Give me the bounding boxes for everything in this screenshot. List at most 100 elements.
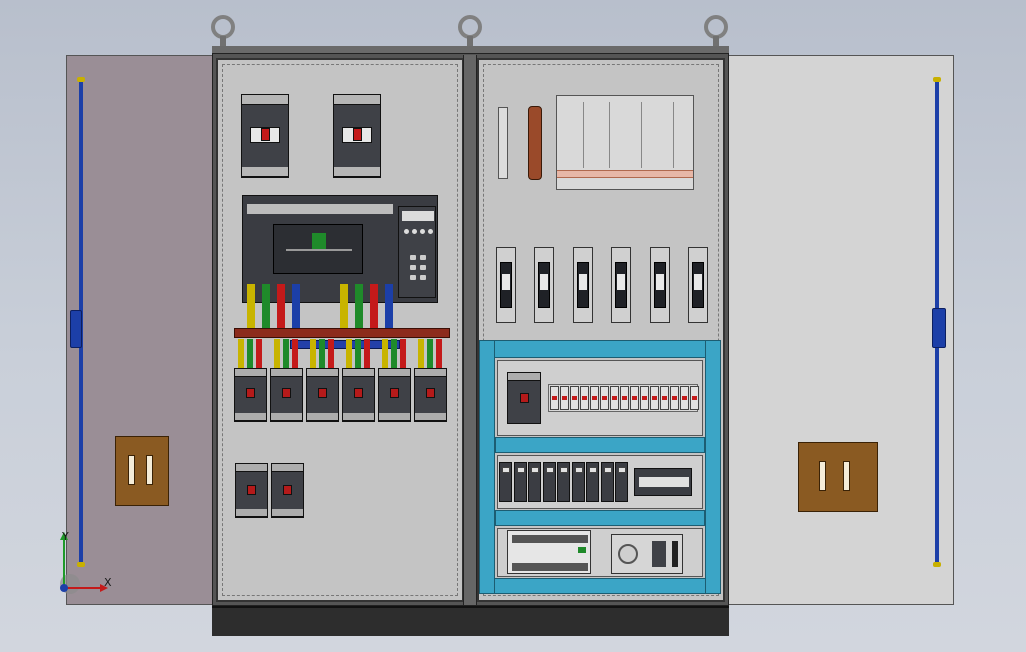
breaker-handle xyxy=(520,393,529,403)
breaker-terminals-bottom xyxy=(236,509,267,517)
psu-output xyxy=(672,541,678,567)
terminal-block xyxy=(580,386,589,410)
relay-terminal xyxy=(618,467,626,473)
breaker-terminals xyxy=(272,464,303,472)
left-door-hinge-icon xyxy=(70,310,82,348)
feeder-cable xyxy=(310,339,316,369)
terminal-block xyxy=(600,386,609,410)
feeder-cable xyxy=(319,339,325,369)
breaker-terminals xyxy=(415,369,446,377)
left-door xyxy=(66,55,214,605)
breaker-terminals-bottom xyxy=(379,413,410,421)
interface-relay xyxy=(557,462,570,502)
power-supply xyxy=(611,534,683,574)
fuse-label xyxy=(694,274,702,290)
terminal-marker xyxy=(562,396,567,400)
terminal-marker xyxy=(622,396,627,400)
breaker-terminals-bottom xyxy=(271,413,302,421)
terminal-block xyxy=(640,386,649,410)
breaker-handle xyxy=(390,388,399,398)
control-relay-block xyxy=(634,468,692,496)
feeder-breaker-5 xyxy=(378,368,411,422)
feeder-breaker-6 xyxy=(414,368,447,422)
fuse-label xyxy=(655,274,664,290)
ats-button-6 xyxy=(420,275,426,280)
capacitor-divider-2 xyxy=(609,102,610,168)
cable-l3-source-a xyxy=(277,284,285,330)
cabinet-top-strip xyxy=(212,46,729,54)
terminal-marker xyxy=(642,396,647,400)
relay-terminal xyxy=(531,467,539,473)
terminal-block xyxy=(660,386,669,410)
feeder-cable xyxy=(292,339,298,369)
right-rod-top-cap xyxy=(933,77,941,82)
left-lock-slot-2 xyxy=(146,455,153,485)
control-frame-middle-rail-1 xyxy=(495,437,705,453)
ats-lamp-3 xyxy=(420,229,425,234)
breaker-handle xyxy=(247,485,256,495)
control-frame-left-post xyxy=(479,340,495,594)
fuse-label xyxy=(540,274,549,290)
ats-button-5 xyxy=(410,275,416,280)
right-rod-bottom-cap xyxy=(933,562,941,567)
terminal-strip xyxy=(498,107,508,179)
feeder-cable xyxy=(256,339,262,369)
terminal-block xyxy=(620,386,629,410)
breaker-handle xyxy=(426,388,435,398)
right-door xyxy=(728,55,954,605)
relay-terminal xyxy=(545,467,554,473)
cable-n-source-b xyxy=(385,284,393,330)
terminal-block xyxy=(570,386,579,410)
cable-l1-source-b xyxy=(340,284,348,330)
relay-terminal xyxy=(560,467,568,473)
breaker-terminals xyxy=(242,95,288,105)
ats-button-3 xyxy=(410,265,416,270)
breaker-handle xyxy=(353,128,362,141)
fuse-holder-2 xyxy=(534,247,555,323)
terminal-marker xyxy=(682,396,687,400)
plc-io-bottom xyxy=(512,563,588,571)
ats-button-2 xyxy=(420,255,426,260)
relay-terminal xyxy=(502,467,510,473)
terminal-marker xyxy=(602,396,607,400)
cable-l1-source-a xyxy=(247,284,255,330)
control-frame-middle-rail-2 xyxy=(495,510,705,526)
terminal-block xyxy=(550,386,559,410)
breaker-handle xyxy=(246,388,255,398)
breaker-terminals xyxy=(271,369,302,377)
spare-breaker-2 xyxy=(271,463,304,518)
fuse-label xyxy=(617,274,626,290)
plc-io-top xyxy=(512,535,588,543)
plc-status-led xyxy=(578,547,586,553)
relay-terminal xyxy=(603,467,612,473)
left-lock-slot-1 xyxy=(128,455,135,485)
relay-terminal xyxy=(574,467,583,473)
ats-terminal-row xyxy=(247,204,393,214)
feeder-breaker-1 xyxy=(234,368,267,422)
fuse-label xyxy=(502,274,510,290)
terminal-marker xyxy=(572,396,577,400)
ats-lamp-2 xyxy=(412,229,417,234)
right-door-lock-icon xyxy=(798,442,878,512)
relay-block-terminals xyxy=(639,477,689,487)
breaker-terminals-bottom xyxy=(242,167,288,177)
cabinet-plinth xyxy=(212,606,729,636)
interface-relay xyxy=(600,462,614,502)
interface-relay xyxy=(571,462,585,502)
main-busbar xyxy=(234,328,450,338)
interface-relay xyxy=(615,462,628,502)
breaker-terminals xyxy=(343,369,374,377)
capacitor-bank xyxy=(556,95,694,190)
feeder-cable xyxy=(328,339,334,369)
breaker-terminals xyxy=(334,95,380,105)
capacitor-bus xyxy=(557,170,693,178)
terminal-block xyxy=(690,386,699,410)
terminal-block xyxy=(630,386,639,410)
terminal-block xyxy=(560,386,569,410)
terminal-block xyxy=(610,386,619,410)
terminal-marker xyxy=(592,396,597,400)
breaker-handle xyxy=(318,388,327,398)
control-breaker xyxy=(507,372,541,424)
fuse-label xyxy=(578,274,587,290)
fuse-holder-5 xyxy=(649,247,670,323)
